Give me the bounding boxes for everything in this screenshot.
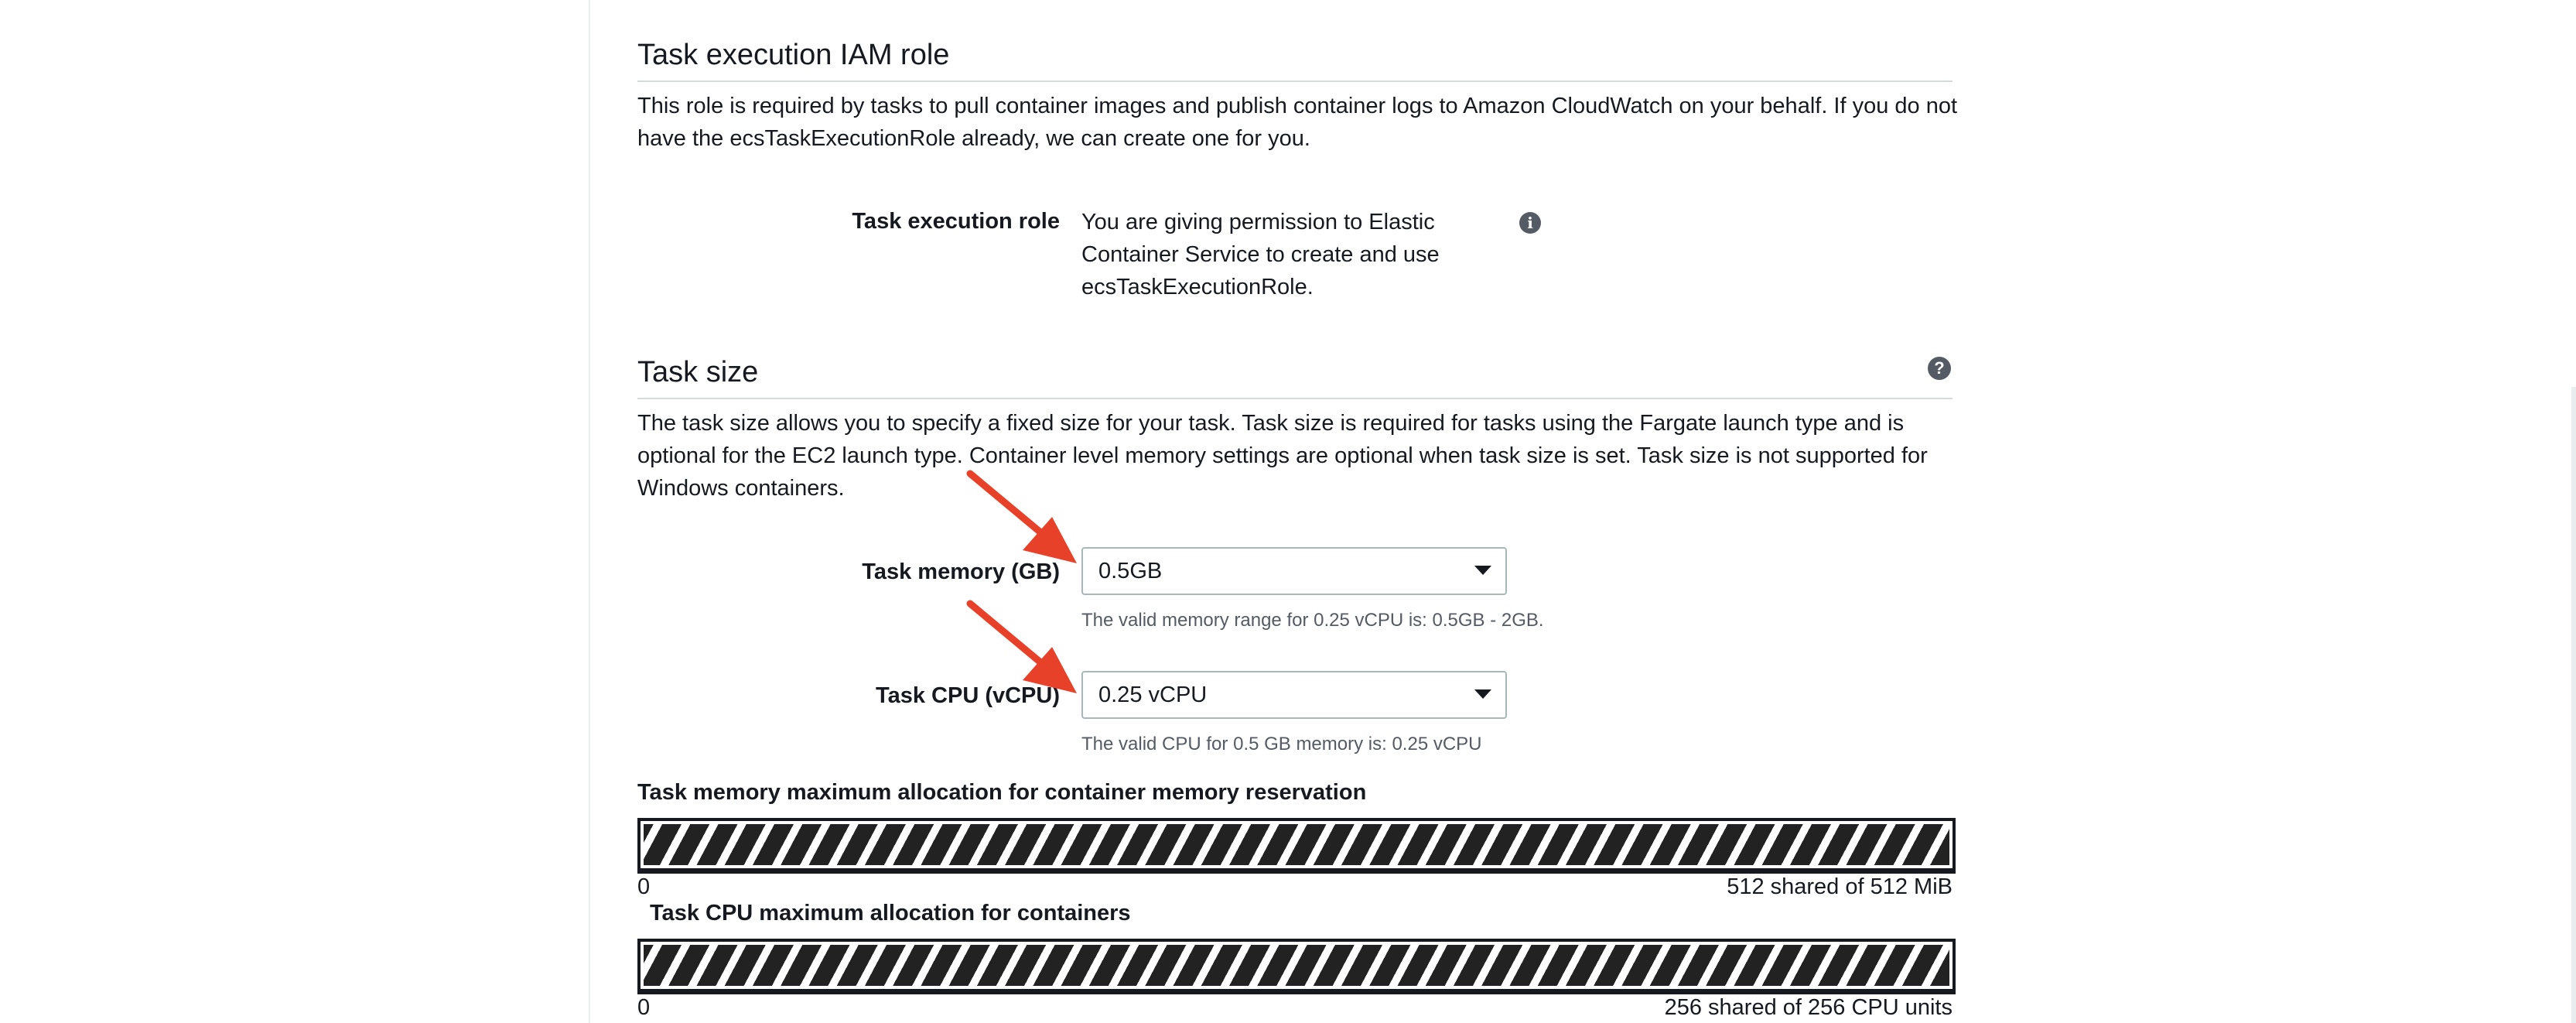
cpu-allocation-fill [644, 945, 1949, 986]
task-cpu-selected-value: 0.25 vCPU [1098, 683, 1208, 707]
task-cpu-hint: The valid CPU for 0.5 GB memory is: 0.25… [1081, 734, 1482, 754]
info-icon[interactable]: i [1519, 212, 1541, 234]
task-memory-select[interactable]: 0.5GB [1081, 547, 1507, 595]
page: Task execution IAM role This role is req… [0, 0, 2576, 1023]
section-divider [637, 80, 1952, 82]
task-memory-selected-value: 0.5GB [1098, 559, 1163, 583]
task-size-description: The task size allows you to specify a fi… [637, 411, 1928, 501]
task-execution-role-value: You are giving permission to Elastic Con… [1081, 210, 1440, 299]
section-divider [637, 398, 1952, 399]
memory-allocation-bar [637, 818, 1956, 874]
task-execution-role-label: Task execution role [852, 209, 1060, 234]
task-size-section-title: Task size [637, 356, 759, 388]
memory-allocation-min: 0 [637, 874, 651, 899]
execution-role-description: This role is required by tasks to pull c… [637, 94, 1958, 151]
content-left-border [589, 0, 590, 1023]
help-icon[interactable]: ? [1928, 357, 1951, 380]
cpu-annotation-arrow [966, 600, 1077, 693]
chevron-down-icon [1474, 689, 1491, 699]
cpu-allocation-max: 256 shared of 256 CPU units [1664, 995, 1952, 1020]
task-memory-hint: The valid memory range for 0.25 vCPU is:… [1081, 610, 1544, 631]
task-cpu-select[interactable]: 0.25 vCPU [1081, 671, 1507, 719]
memory-allocation-fill [644, 824, 1949, 865]
cpu-allocation-label: Task CPU maximum allocation for containe… [650, 901, 1131, 925]
memory-allocation-max: 512 shared of 512 MiB [1727, 874, 1952, 899]
scrollbar-track[interactable] [2571, 387, 2576, 1023]
cpu-allocation-bar [637, 939, 1956, 994]
execution-role-section-title: Task execution IAM role [637, 39, 950, 71]
chevron-down-icon [1474, 566, 1491, 575]
cpu-allocation-min: 0 [637, 995, 651, 1020]
memory-allocation-label: Task memory maximum allocation for conta… [637, 780, 1367, 805]
task-memory-label: Task memory (GB) [862, 559, 1060, 584]
task-cpu-label: Task CPU (vCPU) [876, 683, 1060, 708]
